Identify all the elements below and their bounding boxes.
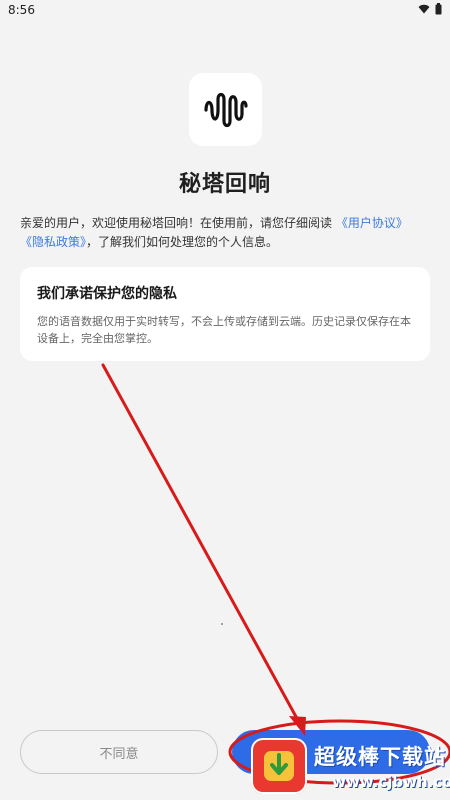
disagree-button[interactable]: 不同意 <box>20 730 218 774</box>
intro-text: 亲爱的用户，欢迎使用秘塔回响！在使用前，请您仔细阅读 《用户协议》 《隐私政策》… <box>20 214 430 252</box>
privacy-card-title: 我们承诺保护您的隐私 <box>37 286 177 302</box>
app-title: 秘塔回响 <box>178 172 271 197</box>
stray-dot <box>221 623 223 625</box>
intro-text-after: ，了解我们如何处理您的个人信息。 <box>86 235 279 249</box>
battery-icon <box>435 3 442 15</box>
user-agreement-link[interactable]: 《用户协议》 <box>336 216 408 230</box>
privacy-card-body: 您的语音数据仅用于实时转写，不会上传或存储到云端。历史记录仅保存在本设备上，完全… <box>37 315 411 345</box>
app-logo <box>189 73 262 146</box>
intro-text-before: 亲爱的用户，欢迎使用秘塔回响！在使用前，请您仔细阅读 <box>20 216 333 230</box>
status-bar: 8:56 <box>0 0 450 20</box>
download-arrow-icon <box>264 751 294 781</box>
annotation-arrow-line <box>101 363 302 726</box>
privacy-policy-link[interactable]: 《隐私政策》 <box>20 235 86 249</box>
status-time: 8:56 <box>8 3 35 17</box>
watermark-url: www.cjbwh.com <box>332 773 450 791</box>
wifi-icon <box>418 4 430 14</box>
status-icons <box>418 3 442 15</box>
watermark-text: 超级棒下载站 <box>314 745 446 769</box>
soundwave-logo-icon <box>203 92 248 127</box>
watermark-logo-icon <box>251 738 307 794</box>
privacy-card: 我们承诺保护您的隐私 您的语音数据仅用于实时转写，不会上传或存储到云端。历史记录… <box>20 267 430 361</box>
